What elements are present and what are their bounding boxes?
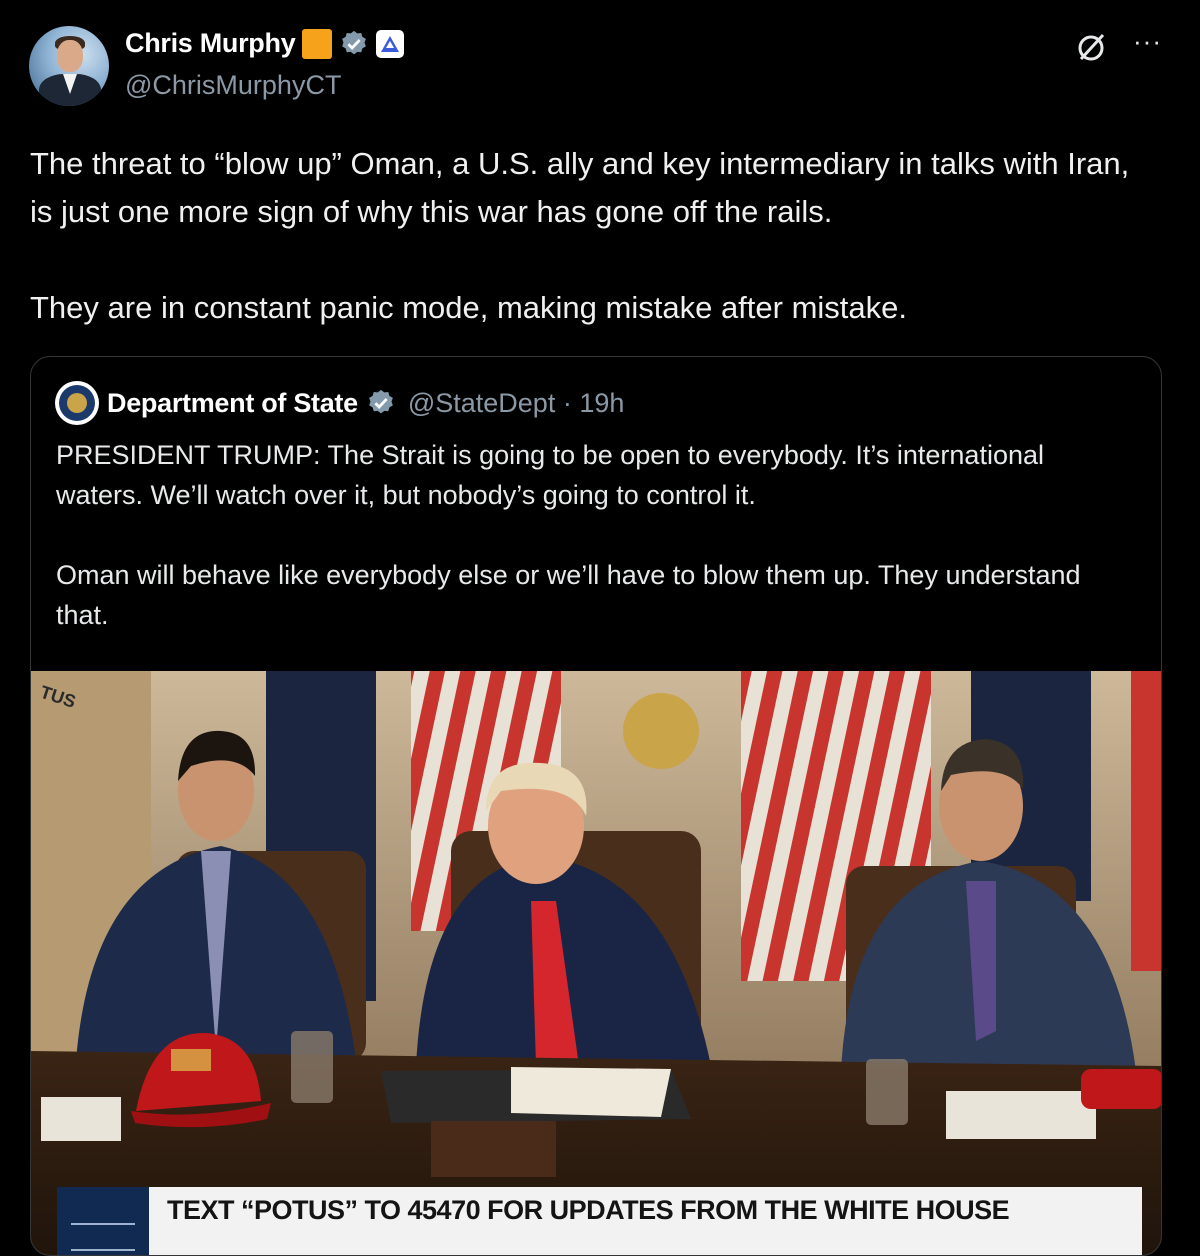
state-dept-seal-avatar[interactable] bbox=[55, 381, 99, 425]
grok-icon[interactable] bbox=[1075, 30, 1109, 64]
cabinet-meeting-image: TUS bbox=[31, 671, 1161, 1255]
tweet-text: The threat to “blow up” Oman, a U.S. all… bbox=[30, 140, 1160, 332]
author-handle[interactable]: @ChrisMurphyCT bbox=[125, 70, 341, 101]
banner-text: TEXT “POTUS” TO 45470 FOR UPDATES FROM T… bbox=[167, 1195, 1010, 1225]
quoted-paragraph: PRESIDENT TRUMP: The Strait is going to … bbox=[56, 440, 1044, 510]
white-house-logo-icon bbox=[57, 1187, 149, 1255]
quoted-tweet[interactable]: Department of State @StateDept · 19h PRE… bbox=[30, 356, 1162, 1256]
triangle-badge-icon bbox=[376, 29, 405, 58]
quoted-display-name[interactable]: Department of State bbox=[107, 388, 358, 419]
verified-check-icon bbox=[368, 389, 393, 414]
quoted-tweet-header: Department of State @StateDept · 19h bbox=[55, 381, 624, 425]
tweet-actions-top: ··· bbox=[1075, 28, 1162, 64]
quoted-handle-time: @StateDept · 19h bbox=[407, 387, 625, 418]
verified-check-icon bbox=[342, 30, 367, 54]
quoted-paragraph: Oman will behave like everybody else or … bbox=[56, 560, 1081, 630]
author-name-row: Chris Murphy bbox=[125, 28, 405, 59]
tweet-paragraph: The threat to “blow up” Oman, a U.S. all… bbox=[30, 146, 1130, 229]
tweet-paragraph: They are in constant panic mode, making … bbox=[30, 290, 908, 325]
quoted-tweet-photo[interactable]: TUS TEXT “POTUS” TO 45470 FOR UPDATES FR… bbox=[31, 671, 1161, 1255]
author-avatar[interactable] bbox=[29, 26, 109, 106]
author-display-name[interactable]: Chris Murphy bbox=[125, 28, 296, 59]
quoted-tweet-text: PRESIDENT TRUMP: The Strait is going to … bbox=[56, 435, 1136, 635]
more-icon[interactable]: ··· bbox=[1133, 28, 1162, 54]
orange-square-badge bbox=[302, 28, 333, 59]
white-house-banner: TEXT “POTUS” TO 45470 FOR UPDATES FROM T… bbox=[57, 1187, 1142, 1255]
